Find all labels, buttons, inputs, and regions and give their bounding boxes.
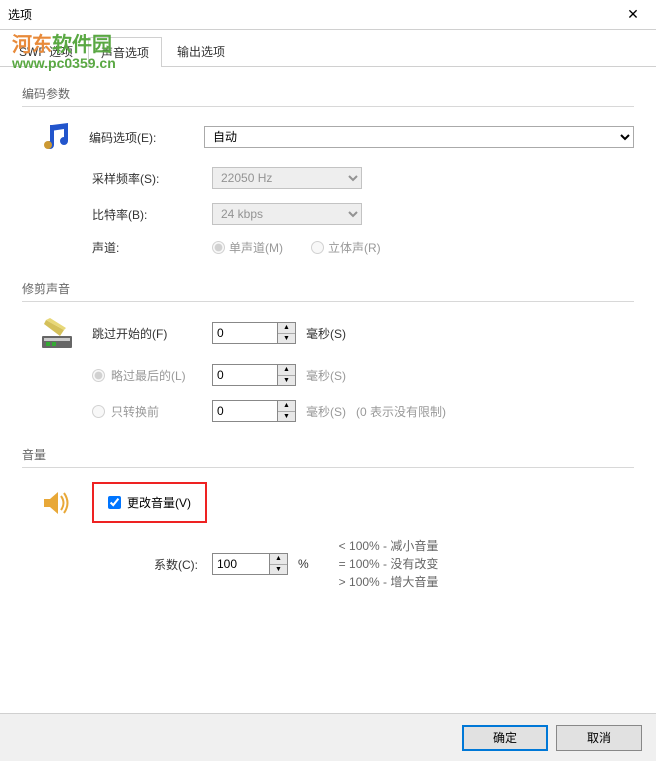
radio-stereo: 立体声(R)	[311, 239, 381, 256]
footer: 确定 取消	[0, 713, 656, 761]
section-encoding: 编码参数 编码选项(E): 自动 采样频率(S): 22050 Hz 比特率(B	[22, 85, 634, 256]
ms-label: 毫秒(S)	[306, 403, 346, 420]
samplerate-select: 22050 Hz	[212, 167, 362, 189]
encoding-options-label: 编码选项(E):	[89, 129, 204, 146]
section-trim: 修剪声音 跳过开始的(F) ▲▼ 毫秒(S)	[22, 280, 634, 422]
percent-label: %	[298, 557, 309, 571]
titlebar: 选项 ✕	[0, 0, 656, 30]
radio-mono: 单声道(M)	[212, 239, 283, 256]
section-title-volume: 音量	[22, 446, 634, 463]
divider	[22, 467, 634, 468]
spinner-up-icon[interactable]: ▲	[270, 554, 287, 565]
tab-sound[interactable]: 声音选项	[88, 37, 162, 67]
ms-label: 毫秒(S)	[306, 367, 346, 384]
bitrate-label: 比特率(B):	[92, 206, 212, 223]
encoding-options-select[interactable]: 自动	[204, 126, 634, 148]
skip-first-spinner[interactable]: ▲▼	[212, 322, 296, 344]
highlight-box: 更改音量(V)	[92, 482, 207, 523]
trim-hint: (0 表示没有限制)	[356, 403, 446, 420]
skip-first-label: 跳过开始的(F)	[92, 325, 212, 342]
skip-first-input[interactable]	[213, 323, 277, 343]
ms-label: 毫秒(S)	[306, 325, 346, 342]
radio-skip-last: 略过最后的(L)	[92, 367, 212, 384]
coef-spinner[interactable]: ▲▼	[212, 553, 288, 575]
spinner-up-icon[interactable]: ▲	[278, 401, 295, 412]
speaker-icon	[42, 488, 72, 518]
bitrate-select: 24 kbps	[212, 203, 362, 225]
radio-convert-only: 只转换前	[92, 403, 212, 420]
cancel-button[interactable]: 取消	[556, 725, 642, 751]
volume-hint: < 100% - 减小音量 = 100% - 没有改变 > 100% - 增大音…	[339, 537, 439, 591]
coef-input[interactable]	[213, 554, 269, 574]
spinner-up-icon[interactable]: ▲	[278, 323, 295, 334]
tab-bar: SWF 选项 声音选项 输出选项	[0, 30, 656, 67]
skip-last-spinner[interactable]: ▲▼	[212, 364, 296, 386]
divider	[22, 106, 634, 107]
spinner-down-icon[interactable]: ▼	[278, 412, 295, 422]
ok-button[interactable]: 确定	[462, 725, 548, 751]
content: 编码参数 编码选项(E): 自动 采样频率(S): 22050 Hz 比特率(B	[0, 67, 656, 633]
channel-label: 声道:	[92, 239, 212, 256]
section-title-trim: 修剪声音	[22, 280, 634, 297]
convert-only-input[interactable]	[213, 401, 277, 421]
spinner-down-icon[interactable]: ▼	[278, 376, 295, 386]
spinner-down-icon[interactable]: ▼	[278, 334, 295, 344]
section-title-encoding: 编码参数	[22, 85, 634, 102]
coef-label: 系数(C):	[92, 556, 212, 573]
window-title: 选项	[8, 6, 618, 23]
scanner-icon	[40, 316, 74, 350]
tab-swf[interactable]: SWF 选项	[6, 36, 86, 66]
divider	[22, 301, 634, 302]
spinner-up-icon[interactable]: ▲	[278, 365, 295, 376]
section-volume: 音量 更改音量(V) 系数(C):	[22, 446, 634, 591]
close-icon[interactable]: ✕	[618, 6, 648, 23]
convert-only-spinner[interactable]: ▲▼	[212, 400, 296, 422]
music-note-icon	[40, 121, 72, 153]
change-volume-checkbox[interactable]: 更改音量(V)	[108, 494, 191, 511]
samplerate-label: 采样频率(S):	[92, 170, 212, 187]
skip-last-input[interactable]	[213, 365, 277, 385]
tab-output[interactable]: 输出选项	[164, 36, 238, 66]
spinner-down-icon[interactable]: ▼	[270, 565, 287, 575]
